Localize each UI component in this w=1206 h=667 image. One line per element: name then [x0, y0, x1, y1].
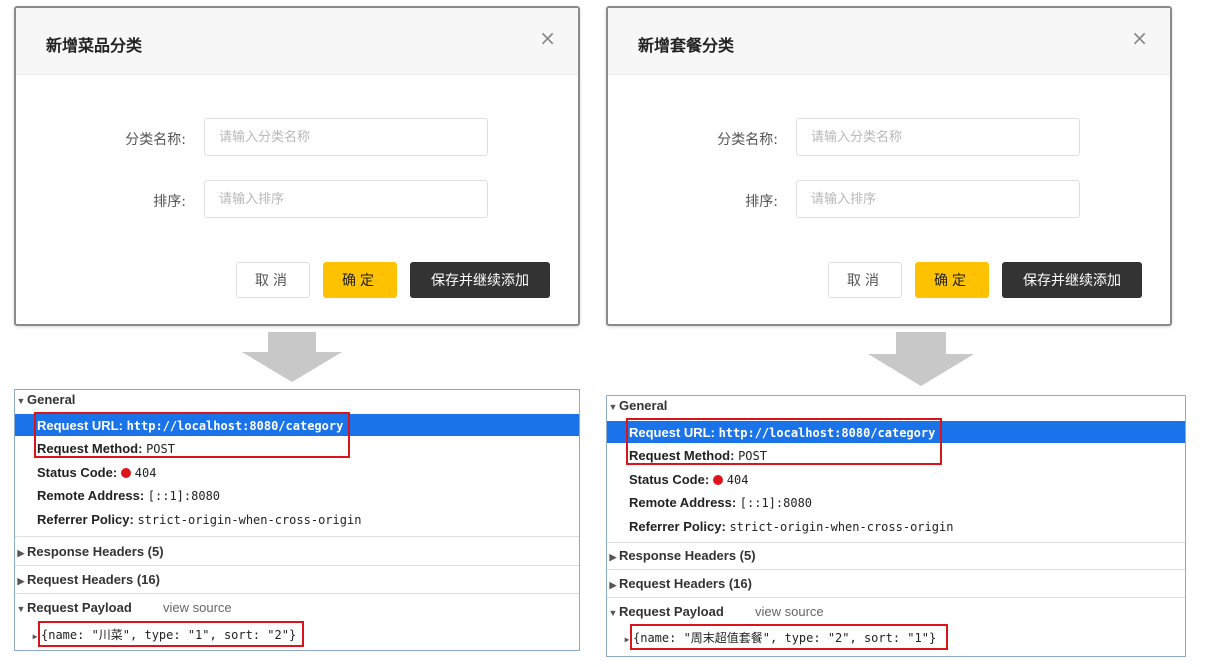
- remote-address-row[interactable]: Remote Address: [::1]:8080: [607, 491, 1185, 513]
- status-error-dot-icon: [712, 475, 723, 485]
- collapsed-triangle-icon: ▶: [609, 580, 617, 590]
- save-and-continue-button[interactable]: 保存并继续添加: [410, 262, 550, 298]
- dialog-header: 新增套餐分类 ×: [608, 8, 1170, 75]
- status-code-value: 404: [726, 473, 749, 487]
- response-headers-toggle[interactable]: ▶ Response Headers (5): [15, 544, 164, 559]
- devtools-headers-panel: ▼ General Request URL: http://localhost:8…: [606, 395, 1186, 657]
- close-icon[interactable]: ×: [539, 28, 556, 48]
- form-row-name: 分类名称:: [608, 118, 1170, 158]
- divider: [15, 565, 579, 566]
- divider: [15, 536, 579, 537]
- view-source-link[interactable]: view source: [163, 600, 232, 615]
- right-column: 新增套餐分类 × 分类名称: 排序: 取消 确定 保存并继续添加 ▼Genera…: [606, 0, 1186, 667]
- referrer-policy-value: strict-origin-when-cross-origin: [729, 520, 954, 534]
- referrer-policy-key: Referrer Policy:: [37, 512, 134, 527]
- form-row-name: 分类名称:: [16, 118, 578, 158]
- category-name-input[interactable]: [796, 118, 1080, 156]
- request-headers-toggle[interactable]: ▶ Request Headers (16): [15, 572, 160, 587]
- category-name-label: 分类名称:: [125, 132, 186, 148]
- category-name-label: 分类名称:: [717, 132, 778, 148]
- add-dish-category-dialog: 新增菜品分类 × 分类名称: 排序: 取消 确定 保存并继续添加: [14, 6, 580, 326]
- confirm-button[interactable]: 确定: [915, 262, 989, 298]
- close-icon[interactable]: ×: [1131, 28, 1148, 48]
- sort-label: 排序:: [745, 194, 778, 210]
- collapsed-triangle-icon: ▶: [609, 552, 617, 562]
- dialog-title: 新增套餐分类: [638, 36, 735, 55]
- sort-input[interactable]: [796, 180, 1080, 218]
- left-column: 新增菜品分类 × 分类名称: 排序: 取消 确定 保存并继续添加 ▼Genera…: [14, 0, 584, 667]
- remote-address-row[interactable]: Remote Address: [::1]:8080: [15, 484, 579, 506]
- request-headers-toggle[interactable]: ▶ Request Headers (16): [607, 576, 752, 591]
- referrer-policy-row[interactable]: Referrer Policy: strict-origin-when-cros…: [15, 508, 579, 530]
- expanded-triangle-icon: ▼: [16, 604, 26, 614]
- status-code-key: Status Code:: [629, 472, 710, 487]
- dialog-header: 新增菜品分类 ×: [16, 8, 578, 75]
- status-code-row[interactable]: Status Code: 404: [607, 468, 1185, 490]
- expanded-triangle-icon: ▼: [608, 402, 618, 412]
- form-row-sort: 排序:: [16, 180, 578, 220]
- remote-address-value: [::1]:8080: [739, 496, 813, 510]
- divider: [607, 542, 1185, 543]
- status-error-dot-icon: [120, 468, 131, 478]
- payload-highlight-box: [630, 624, 948, 650]
- sort-input[interactable]: [204, 180, 488, 218]
- divider: [607, 597, 1185, 598]
- general-section-toggle[interactable]: ▼ General: [607, 398, 668, 413]
- category-name-input[interactable]: [204, 118, 488, 156]
- cancel-button[interactable]: 取消: [236, 262, 310, 298]
- referrer-policy-key: Referrer Policy:: [629, 519, 726, 534]
- collapsed-triangle-icon: ▶: [17, 548, 25, 558]
- expanded-triangle-icon: ▼: [16, 396, 26, 406]
- down-arrow-icon: [868, 332, 974, 386]
- status-code-row[interactable]: Status Code: 404: [15, 461, 579, 483]
- cancel-button[interactable]: 取消: [828, 262, 902, 298]
- view-source-link[interactable]: view source: [755, 604, 824, 619]
- expanded-triangle-icon: ▼: [608, 608, 618, 618]
- url-method-highlight-box: [34, 412, 350, 458]
- referrer-policy-value: strict-origin-when-cross-origin: [137, 513, 362, 527]
- response-headers-toggle[interactable]: ▶ Response Headers (5): [607, 548, 756, 563]
- general-section-toggle[interactable]: ▼ General: [15, 392, 76, 407]
- remote-address-key: Remote Address:: [37, 488, 145, 503]
- collapsed-triangle-icon: ▶: [17, 576, 25, 586]
- dialog-title: 新增菜品分类: [46, 36, 143, 55]
- status-code-key: Status Code:: [37, 465, 118, 480]
- status-code-value: 404: [134, 466, 157, 480]
- divider: [607, 569, 1185, 570]
- down-arrow-icon: [242, 332, 342, 382]
- divider: [15, 593, 579, 594]
- remote-address-value: [::1]:8080: [147, 489, 221, 503]
- save-and-continue-button[interactable]: 保存并继续添加: [1002, 262, 1142, 298]
- remote-address-key: Remote Address:: [629, 495, 737, 510]
- add-setmeal-category-dialog: 新增套餐分类 × 分类名称: 排序: 取消 确定 保存并继续添加: [606, 6, 1172, 326]
- referrer-policy-row[interactable]: Referrer Policy: strict-origin-when-cros…: [607, 515, 1185, 537]
- request-payload-toggle[interactable]: ▼ Request Payload: [15, 600, 132, 615]
- payload-highlight-box: [38, 621, 304, 647]
- confirm-button[interactable]: 确定: [323, 262, 397, 298]
- request-payload-toggle[interactable]: ▼ Request Payload: [607, 604, 724, 619]
- url-method-highlight-box: [626, 418, 942, 465]
- sort-label: 排序:: [153, 194, 186, 210]
- form-row-sort: 排序:: [608, 180, 1170, 220]
- devtools-headers-panel: ▼ General Request URL: http://localhost:8…: [14, 389, 580, 651]
